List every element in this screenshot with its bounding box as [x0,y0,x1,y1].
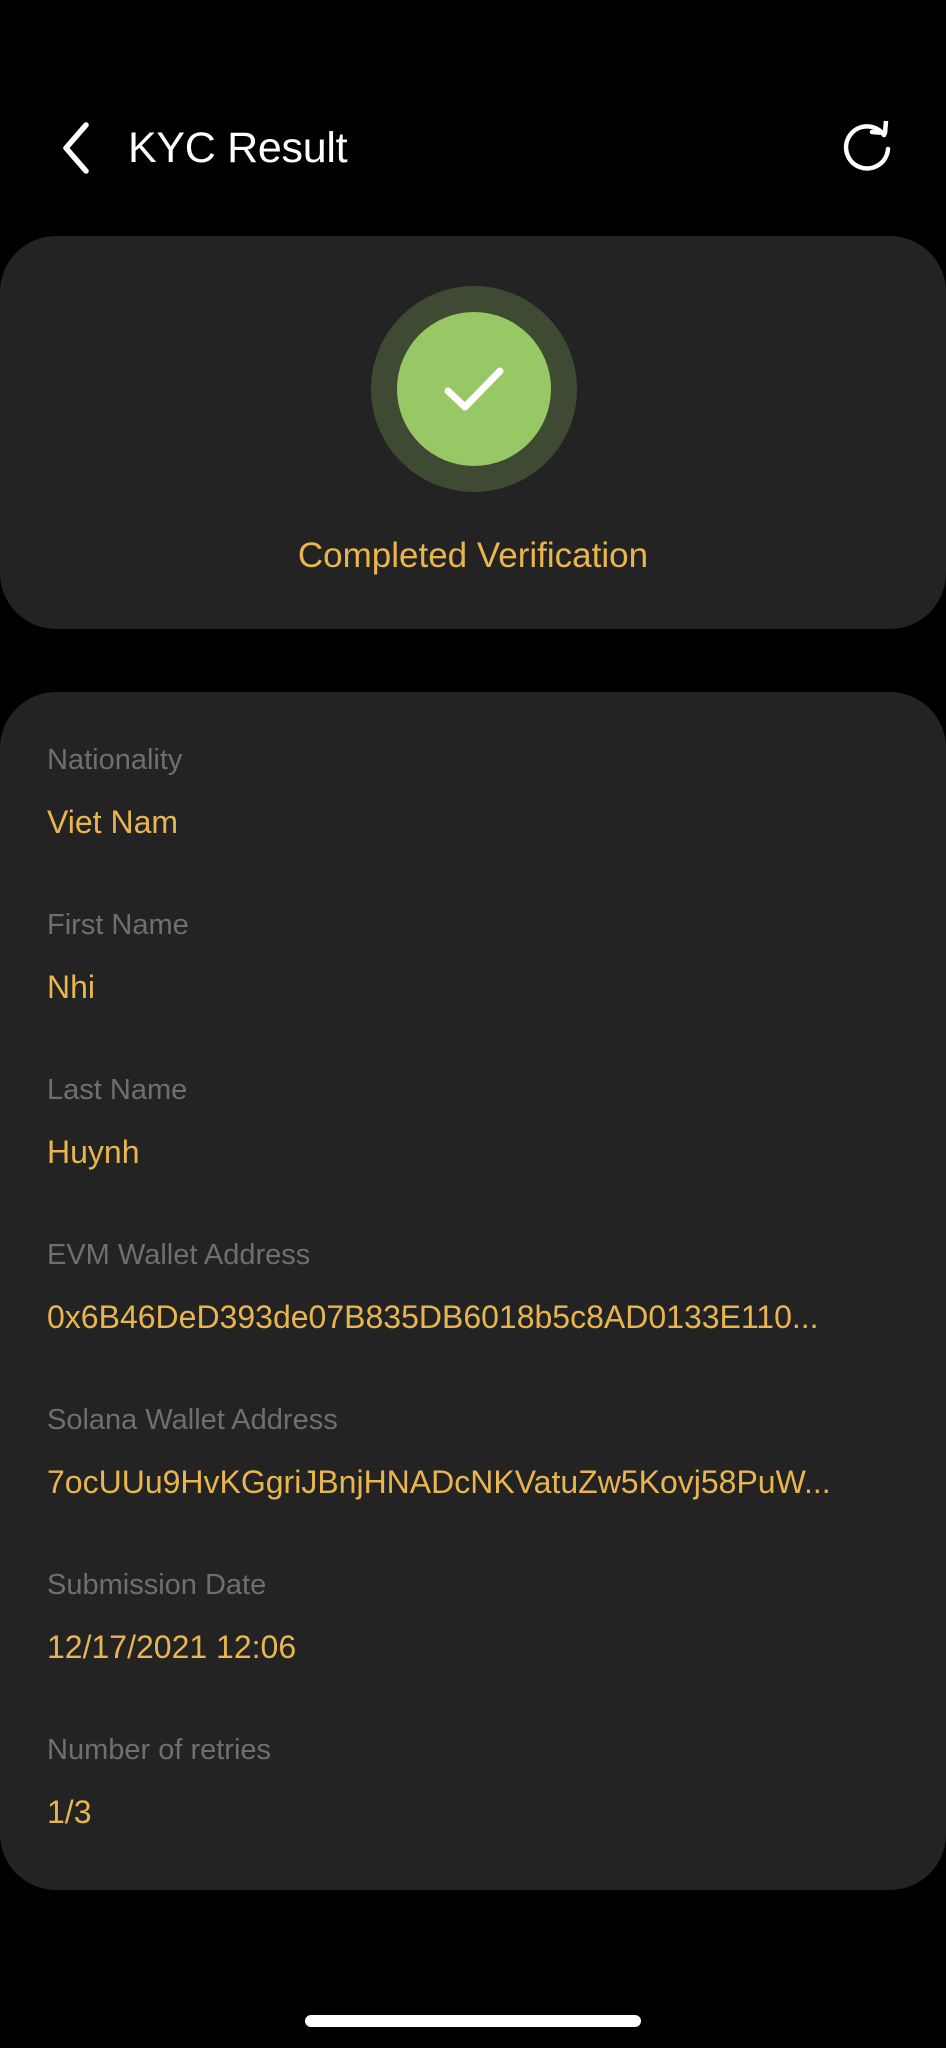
field-label: First Name [47,909,189,941]
kyc-details-card: Nationality Viet Nam First Name Nhi Last… [0,692,946,1890]
field-nationality: Nationality Viet Nam [47,742,899,842]
status-text: Completed Verification [297,536,649,575]
refresh-icon [843,121,891,171]
field-evm-wallet-address: EVM Wallet Address 0x6B46DeD393de07B835D… [47,1237,899,1337]
field-first-name: First Name Nhi [47,907,899,1007]
field-label: Solana Wallet Address [47,1404,338,1436]
field-label: EVM Wallet Address [47,1239,311,1271]
field-submission-date: Submission Date 12/17/2021 12:06 [47,1567,899,1667]
field-value: 1/3 [47,1794,92,1830]
home-indicator[interactable] [305,2015,641,2027]
chevron-left-icon [63,122,89,174]
status-circle [397,312,551,466]
header-bar: KYC Result [0,100,946,195]
page-title: KYC Result [128,124,348,172]
verification-status-card: Completed Verification [0,236,946,629]
refresh-button[interactable] [836,117,898,179]
field-last-name: Last Name Huynh [47,1072,899,1172]
field-value: Nhi [47,969,96,1005]
field-value: Huynh [47,1134,140,1170]
field-solana-wallet-address: Solana Wallet Address 7ocUUu9HvKGgriJBnj… [47,1402,899,1502]
field-value: Viet Nam [47,804,179,840]
status-badge [371,286,577,492]
back-button[interactable] [48,118,104,178]
check-icon [444,367,504,411]
field-label: Submission Date [47,1569,267,1601]
field-number-of-retries: Number of retries 1/3 [47,1732,899,1832]
field-value: 7ocUUu9HvKGgriJBnjHNADcNKVatuZw5Kovj58Pu… [47,1464,831,1500]
field-label: Number of retries [47,1734,272,1766]
field-label: Last Name [47,1074,188,1106]
field-value: 12/17/2021 12:06 [47,1629,297,1665]
field-value: 0x6B46DeD393de07B835DB6018b5c8AD0133E110… [47,1299,819,1335]
field-label: Nationality [47,744,183,776]
